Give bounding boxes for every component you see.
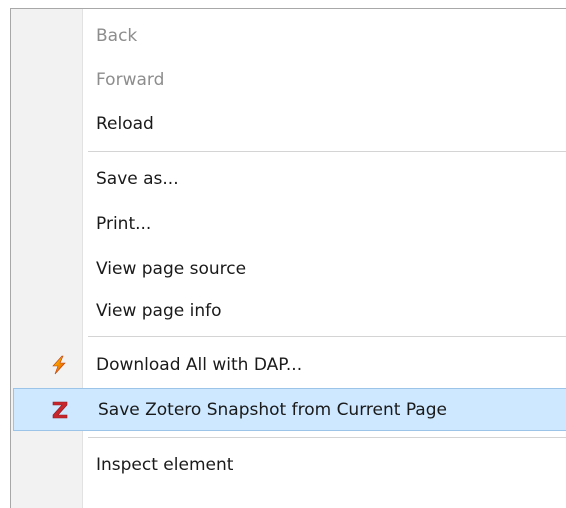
menu-item-download-all-dap[interactable]: Download All with DAP... bbox=[11, 343, 566, 387]
zotero-z-icon bbox=[50, 400, 70, 420]
menu-item-label: Forward bbox=[96, 70, 165, 90]
menu-item-print[interactable]: Print... bbox=[11, 202, 566, 246]
lightning-icon bbox=[49, 355, 69, 375]
menu-item-save-as[interactable]: Save as... bbox=[11, 157, 566, 201]
menu-item-view-page-info[interactable]: View page info bbox=[11, 289, 566, 333]
menu-item-forward[interactable]: Forward bbox=[11, 58, 566, 102]
menu-item-reload[interactable]: Reload bbox=[11, 102, 566, 146]
context-menu: Back Forward Reload Save as... Print... … bbox=[10, 8, 566, 508]
menu-item-label: Reload bbox=[96, 114, 154, 134]
menu-item-label: Inspect element bbox=[96, 455, 234, 475]
menu-item-label: Save as... bbox=[96, 169, 179, 189]
menu-item-label: View page source bbox=[96, 259, 247, 279]
menu-item-label: Save Zotero Snapshot from Current Page bbox=[98, 399, 447, 420]
menu-item-label: View page info bbox=[96, 301, 222, 321]
menu-separator bbox=[88, 336, 566, 337]
menu-item-label: Download All with DAP... bbox=[96, 355, 303, 375]
menu-separator bbox=[88, 437, 566, 438]
menu-item-view-page-source[interactable]: View page source bbox=[11, 247, 566, 291]
menu-item-back[interactable]: Back bbox=[11, 14, 566, 58]
menu-item-label: Back bbox=[96, 26, 138, 46]
menu-item-label: Print... bbox=[96, 214, 152, 234]
menu-item-save-zotero-snapshot[interactable]: Save Zotero Snapshot from Current Page bbox=[13, 388, 566, 431]
menu-item-inspect-element[interactable]: Inspect element bbox=[11, 443, 566, 487]
menu-separator bbox=[88, 151, 566, 152]
